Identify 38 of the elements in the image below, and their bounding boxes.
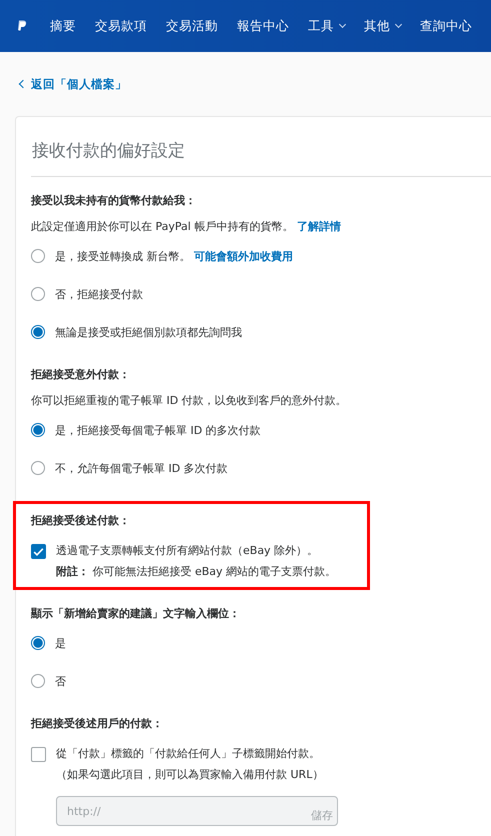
learn-more-link[interactable]: 了解詳情 xyxy=(296,220,341,233)
back-link[interactable]: 返回「個人檔案」 xyxy=(31,76,127,92)
option-label[interactable]: 不，允許每個電子帳單 ID 多次付款 xyxy=(55,460,228,476)
description-text: 此設定僅適用於你可以在 PayPal 帳戶中持有的貨幣。 了解詳情 xyxy=(31,219,342,235)
section-heading: 拒絕接受後述用戶的付款： xyxy=(31,716,164,732)
description-text: 你可以拒絕重複的電子帳單 ID 付款，以免收到客戶的意外付款。 xyxy=(31,393,348,409)
nav-item[interactable]: 其他 xyxy=(364,18,401,34)
nav-item[interactable]: 交易款項 xyxy=(95,18,147,34)
radio-button[interactable] xyxy=(31,674,45,688)
nav-item[interactable]: 摘要 xyxy=(50,18,76,34)
card-title: 接收付款的偏好設定 xyxy=(31,140,186,163)
checkbox[interactable] xyxy=(31,544,46,559)
radio-button[interactable] xyxy=(31,249,45,263)
option-label[interactable]: 否，拒絕接受付款 xyxy=(55,286,143,302)
note-text: 附註： 你可能無法拒絕接受 eBay 網站的電子支票付款。 xyxy=(56,564,336,579)
section-heading: 接受以我未持有的貨幣付款給我： xyxy=(31,193,197,209)
section-heading: 拒絕接受後述付款： xyxy=(31,513,131,529)
radio-button[interactable] xyxy=(31,636,45,650)
checkbox[interactable] xyxy=(31,747,46,762)
nav-item[interactable]: 交易活動 xyxy=(166,18,218,34)
nav-item[interactable]: 工具 xyxy=(308,18,345,34)
nav-item[interactable]: 查詢中心 xyxy=(420,18,472,34)
option-label[interactable]: 透過電子支票轉帳支付所有網站付款（eBay 除外）。 xyxy=(56,543,336,558)
option-label[interactable]: 無論是接受或拒絕個別款項都先詢問我 xyxy=(55,324,242,340)
radio-button[interactable] xyxy=(31,325,45,339)
fee-link[interactable]: 可能會額外加收費用 xyxy=(194,250,293,262)
section-heading: 顯示「新增給賣家的建議」文字輸入欄位： xyxy=(31,606,241,622)
nav-item[interactable]: 報告中心 xyxy=(237,18,289,34)
option-label[interactable]: 從「付款」標籤的「付款給任何人」子標籤開始付款。 xyxy=(56,746,338,761)
radio-button[interactable] xyxy=(31,287,45,301)
option-label[interactable]: 是，接受並轉換成 新台幣。 可能會額外加收費用 xyxy=(55,248,293,264)
option-label[interactable]: 是 xyxy=(55,636,66,650)
section-heading: 拒絕接受意外付款： xyxy=(31,367,131,383)
radio-button[interactable] xyxy=(31,461,45,475)
option-label[interactable]: 是，拒絕接受每個電子帳單 ID 的多次付款 xyxy=(55,422,261,438)
option-label[interactable]: 否 xyxy=(55,674,66,688)
radio-button[interactable] xyxy=(31,423,45,437)
note-text: （如果勾選此項目，則可以為買家輸入備用付款 URL） xyxy=(56,767,324,782)
